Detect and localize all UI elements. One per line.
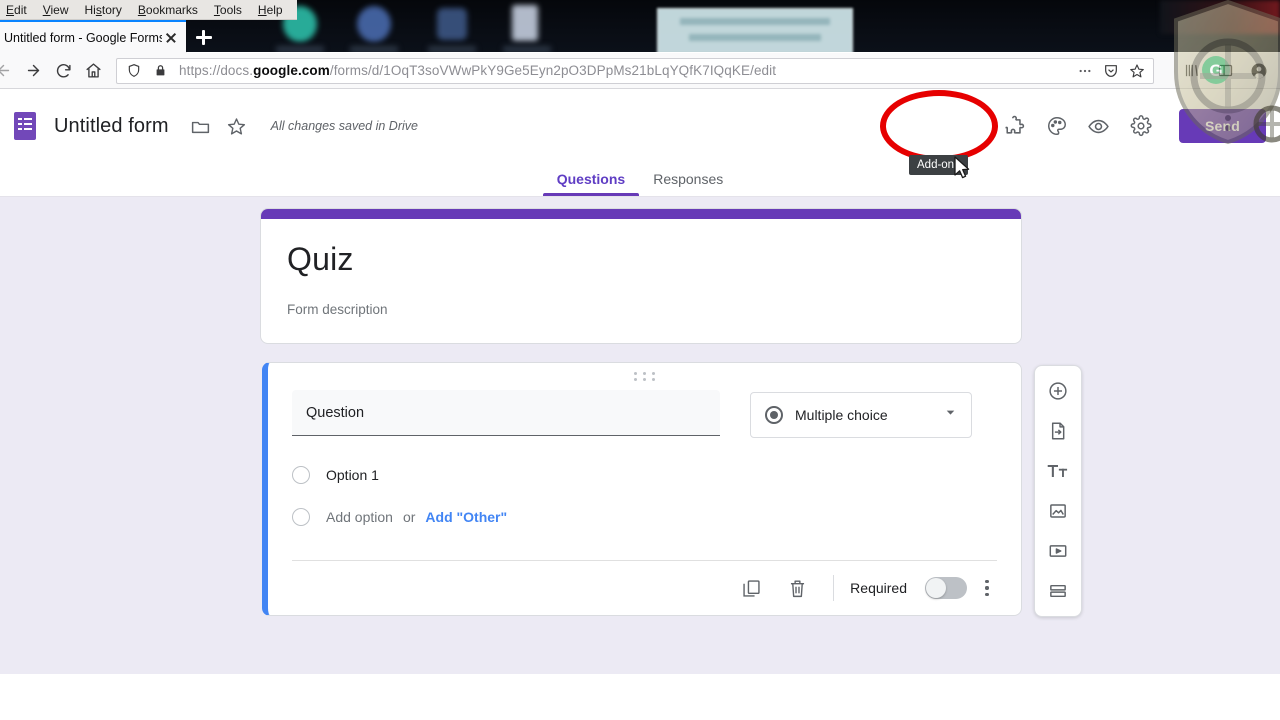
url-text: https://docs.google.com/forms/d/1OqT3soV…	[173, 63, 1073, 78]
save-status: All changes saved in Drive	[270, 119, 418, 133]
add-option-button[interactable]: Add option	[326, 509, 393, 525]
folder-icon[interactable]	[183, 108, 219, 144]
ellipsis-icon[interactable]	[1073, 59, 1097, 83]
chevron-down-icon[interactable]	[944, 406, 957, 424]
tab-responses[interactable]: Responses	[639, 171, 737, 196]
menu-item-history[interactable]: History	[77, 0, 130, 20]
import-file-icon[interactable]	[1038, 414, 1078, 448]
form-description-input[interactable]: Form description	[287, 302, 995, 317]
url-scheme: https://docs.	[179, 63, 254, 78]
sidebar-toggle-icon[interactable]	[1210, 56, 1240, 86]
or-label: or	[402, 509, 416, 525]
option-row[interactable]: Option 1	[268, 454, 1021, 496]
reload-icon[interactable]	[48, 56, 78, 86]
url-bar-actions	[1073, 59, 1149, 83]
pocket-save-icon[interactable]	[1099, 59, 1123, 83]
color-palette-icon[interactable]	[1039, 108, 1075, 144]
image-icon[interactable]	[1038, 494, 1078, 528]
mouse-pointer-icon	[954, 156, 974, 187]
browser-tab-title: Untitled form - Google Forms	[4, 30, 162, 45]
tracking-protection-shield-icon[interactable]	[121, 59, 147, 83]
browser-menu-bar: Edit View History Bookmarks Tools Help	[0, 0, 297, 20]
menu-item-edit[interactable]: Edit	[0, 0, 35, 20]
puzzle-piece-addons-icon[interactable]	[997, 108, 1033, 144]
url-path: /forms/d/1OqT3soVWwPkY9Ge5Eyn2pO3DPpMs21…	[329, 63, 777, 78]
back-arrow-icon[interactable]	[0, 56, 18, 86]
bookmark-star-icon[interactable]	[1125, 59, 1149, 83]
menu-item-help[interactable]: Help	[250, 0, 291, 20]
browser-tab[interactable]: Untitled form - Google Forms	[0, 20, 186, 53]
watermark-badge-icon	[1252, 104, 1280, 144]
duplicate-icon[interactable]	[731, 568, 771, 608]
forward-arrow-icon[interactable]	[18, 56, 48, 86]
browser-toolbar-right	[1176, 56, 1280, 86]
question-input[interactable]: Question	[292, 390, 720, 436]
account-avatar-icon[interactable]	[1244, 56, 1274, 86]
add-option-row[interactable]: Add option or Add "Other"	[268, 496, 1021, 538]
close-icon[interactable]	[162, 29, 180, 47]
radio-empty-icon	[292, 508, 310, 526]
form-accent-stripe	[261, 209, 1021, 219]
page-bottom-area	[0, 674, 1280, 720]
menu-item-bookmarks[interactable]: Bookmarks	[130, 0, 206, 20]
home-icon[interactable]	[78, 56, 108, 86]
text-tt-icon[interactable]	[1038, 454, 1078, 488]
forms-header-actions: Send	[997, 108, 1266, 144]
star-outline-icon[interactable]	[219, 108, 255, 144]
menu-item-tools[interactable]: Tools	[206, 0, 250, 20]
eye-preview-icon[interactable]	[1081, 108, 1117, 144]
question-type-select[interactable]: Multiple choice	[750, 392, 972, 438]
screenshot-root: Untitled form - Google Forms Edit View H…	[0, 0, 1280, 720]
divider	[833, 575, 835, 601]
tab-questions[interactable]: Questions	[542, 171, 640, 196]
menu-item-view[interactable]: View	[35, 0, 77, 20]
kebab-menu-icon[interactable]	[973, 568, 1001, 608]
add-other-button[interactable]: Add "Other"	[425, 509, 507, 525]
drag-handle-icon[interactable]	[633, 372, 656, 384]
browser-tab-strip: Untitled form - Google Forms	[0, 20, 1280, 53]
form-title-input[interactable]: Quiz	[287, 241, 995, 278]
required-label: Required	[850, 580, 907, 596]
page-title[interactable]: Untitled form	[54, 115, 169, 138]
radio-empty-icon	[292, 466, 310, 484]
option-label[interactable]: Option 1	[326, 467, 379, 483]
video-icon[interactable]	[1038, 534, 1078, 568]
forms-tabs: Questions Responses	[0, 163, 1280, 197]
circle-plus-icon[interactable]	[1038, 374, 1078, 408]
radio-filled-icon	[765, 406, 783, 424]
question-card[interactable]: Question Multiple choice Option 1 Add op…	[262, 362, 1022, 616]
plus-icon[interactable]	[190, 24, 218, 50]
question-side-toolbar	[1034, 365, 1082, 617]
section-icon[interactable]	[1038, 574, 1078, 608]
question-field-wrapper: Question	[292, 390, 720, 436]
required-toggle[interactable]	[925, 577, 967, 599]
forms-app-header: Untitled form All changes saved in Drive…	[0, 89, 1280, 163]
url-domain: google.com	[253, 63, 330, 78]
form-title-card: Quiz Form description	[260, 208, 1022, 344]
browser-nav-bar: https://docs.google.com/forms/d/1OqT3soV…	[0, 53, 1280, 89]
trash-icon[interactable]	[777, 568, 817, 608]
question-type-label: Multiple choice	[795, 407, 888, 423]
padlock-icon[interactable]	[147, 59, 173, 83]
url-bar[interactable]: https://docs.google.com/forms/d/1OqT3soV…	[116, 57, 1154, 84]
question-footer: Required	[268, 561, 1021, 615]
google-forms-logo-icon[interactable]	[14, 112, 36, 140]
gear-settings-icon[interactable]	[1123, 108, 1159, 144]
library-icon[interactable]	[1176, 56, 1206, 86]
